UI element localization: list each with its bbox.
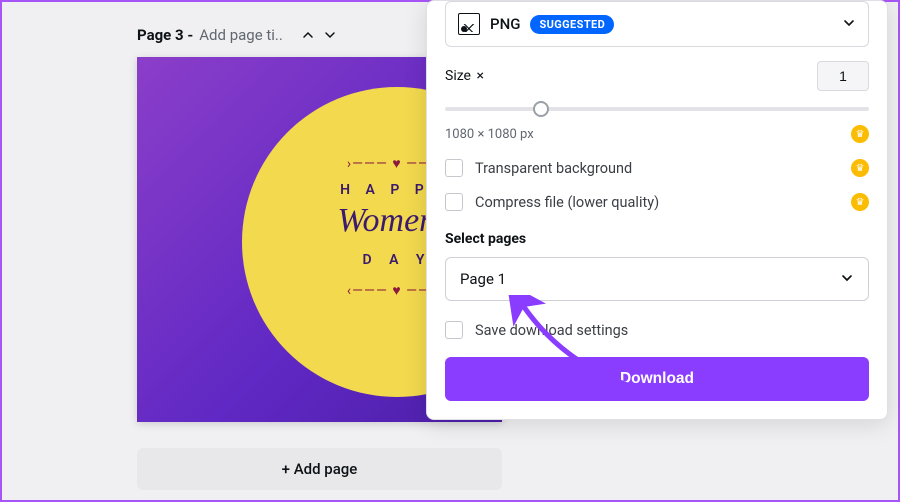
size-slider[interactable] bbox=[445, 101, 869, 117]
slider-thumb[interactable] bbox=[533, 101, 549, 117]
selected-page-value: Page 1 bbox=[460, 270, 506, 288]
dimensions-row: 1080 × 1080 px ♛ bbox=[445, 125, 869, 143]
size-label: Size × bbox=[445, 68, 484, 84]
transparent-bg-checkbox[interactable] bbox=[445, 159, 463, 177]
dimensions-text: 1080 × 1080 px bbox=[445, 127, 534, 142]
download-panel: PNG SUGGESTED Size × 1080 × 1080 px ♛ Tr… bbox=[426, 0, 888, 420]
compress-row: Compress file (lower quality) ♛ bbox=[445, 193, 869, 211]
premium-crown-icon: ♛ bbox=[851, 159, 869, 177]
page-title-placeholder[interactable]: Add page ti.. bbox=[199, 26, 283, 44]
page-header: Page 3 - Add page ti.. bbox=[137, 26, 339, 44]
chevron-down-icon bbox=[840, 270, 854, 289]
page-number-label: Page 3 - bbox=[137, 26, 193, 44]
select-pages-label: Select pages bbox=[445, 231, 869, 247]
add-page-button[interactable]: + Add page bbox=[137, 448, 502, 490]
text-day: D A Y bbox=[362, 252, 431, 268]
size-multiplier-input[interactable] bbox=[817, 61, 869, 91]
chevron-down-icon bbox=[842, 15, 856, 34]
file-type-label: PNG bbox=[490, 15, 520, 33]
transparent-bg-row: Transparent background ♛ bbox=[445, 159, 869, 177]
slider-track bbox=[445, 107, 869, 111]
select-pages-dropdown[interactable]: Page 1 bbox=[445, 257, 869, 301]
download-button[interactable]: Download bbox=[445, 357, 869, 401]
file-type-select[interactable]: PNG SUGGESTED bbox=[445, 1, 869, 47]
image-icon bbox=[458, 13, 480, 35]
page-up-button[interactable] bbox=[299, 26, 317, 44]
suggested-badge: SUGGESTED bbox=[530, 15, 614, 34]
page-nav-controls bbox=[299, 26, 339, 44]
download-button-label: Download bbox=[620, 370, 694, 387]
save-settings-label: Save download settings bbox=[475, 322, 628, 339]
save-settings-checkbox[interactable] bbox=[445, 321, 463, 339]
add-page-label: + Add page bbox=[282, 460, 358, 478]
premium-crown-icon: ♛ bbox=[851, 193, 869, 211]
premium-crown-icon: ♛ bbox=[851, 125, 869, 143]
save-settings-row: Save download settings bbox=[445, 321, 869, 339]
size-row: Size × bbox=[445, 61, 869, 91]
compress-checkbox[interactable] bbox=[445, 193, 463, 211]
transparent-bg-label: Transparent background bbox=[475, 160, 632, 177]
page-down-button[interactable] bbox=[321, 26, 339, 44]
compress-label: Compress file (lower quality) bbox=[475, 194, 659, 211]
